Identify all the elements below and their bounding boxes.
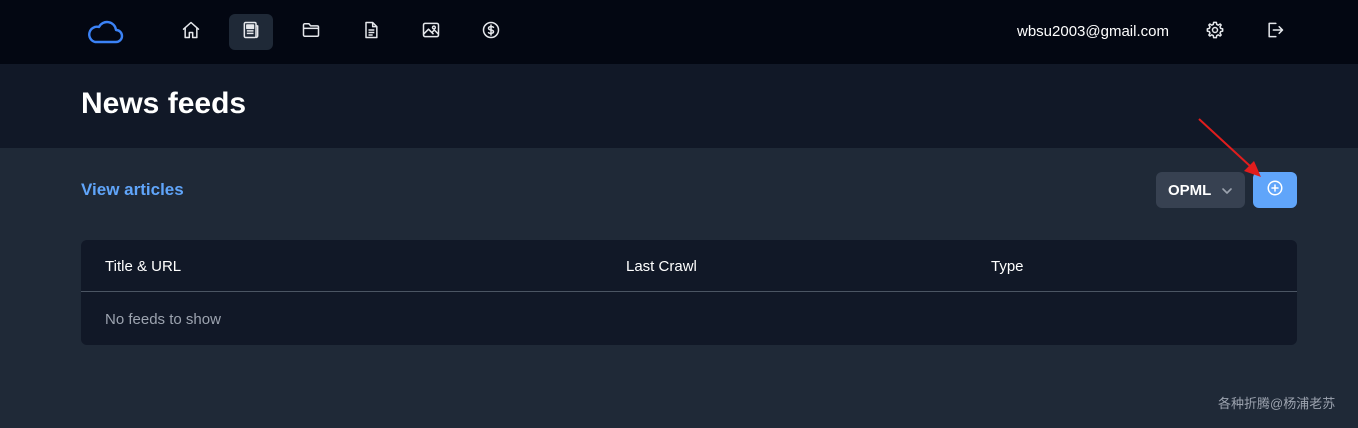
folder-icon: [301, 20, 321, 45]
newspaper-icon: [241, 20, 261, 45]
nav-home-button[interactable]: [169, 14, 213, 50]
user-email[interactable]: wbsu2003@gmail.com: [1017, 23, 1169, 40]
nav-document-button[interactable]: [349, 14, 393, 50]
chevron-down-icon: [1221, 184, 1233, 196]
watermark: 各种折腾@杨浦老苏: [1218, 396, 1336, 411]
nav-image-button[interactable]: [409, 14, 453, 50]
column-header-last-crawl: Last Crawl: [626, 258, 697, 275]
settings-button[interactable]: [1203, 20, 1227, 44]
feeds-table: Title & URL Last Crawl Type No feeds to …: [81, 240, 1297, 345]
view-articles-link[interactable]: View articles: [81, 180, 184, 200]
dollar-icon: [481, 20, 501, 45]
nav-feeds-button[interactable]: [229, 14, 273, 50]
annotation-arrow-icon: [1195, 115, 1265, 180]
page-title: News feeds: [81, 87, 247, 120]
plus-circle-icon: [1266, 179, 1284, 202]
gear-icon: [1205, 20, 1225, 45]
image-icon: [421, 20, 441, 45]
column-header-title-url: Title & URL: [105, 258, 182, 275]
logout-icon: [1265, 20, 1285, 45]
logout-button[interactable]: [1263, 20, 1287, 44]
cloud-icon[interactable]: [86, 18, 124, 46]
empty-state-text: No feeds to show: [105, 311, 221, 328]
nav-billing-button[interactable]: [469, 14, 513, 50]
opml-label: OPML: [1168, 181, 1212, 199]
top-navbar: wbsu2003@gmail.com: [0, 0, 1358, 64]
nav-folder-button[interactable]: [289, 14, 333, 50]
home-icon: [181, 20, 201, 45]
table-header: Title & URL Last Crawl Type: [81, 240, 1297, 292]
document-icon: [361, 20, 381, 45]
column-header-type: Type: [991, 258, 1024, 275]
